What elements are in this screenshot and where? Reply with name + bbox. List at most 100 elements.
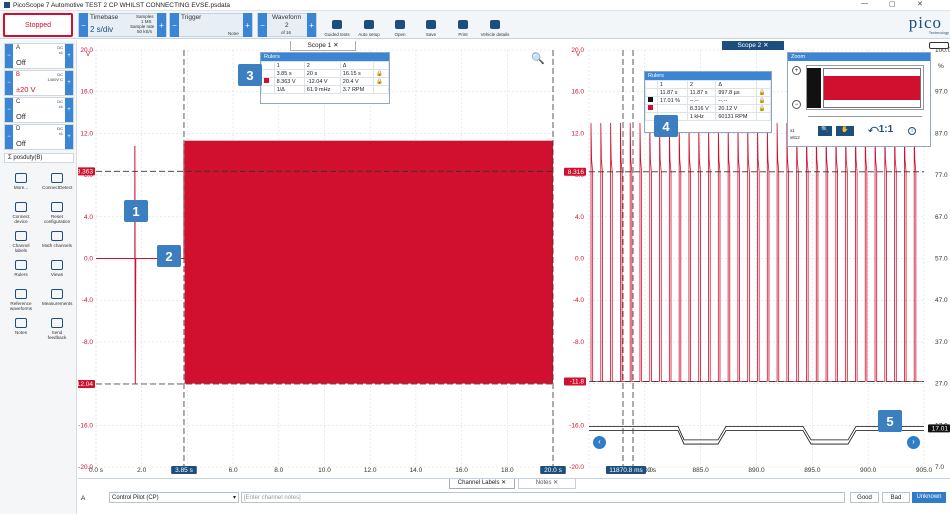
scope1-rulers-title: Rulers bbox=[261, 53, 389, 61]
lock-icon[interactable]: 🔒 bbox=[755, 88, 772, 97]
measurements-tool-button[interactable]: Measurements bbox=[42, 289, 72, 306]
tab-notes[interactable]: Notes ✕ bbox=[518, 479, 576, 489]
zoom-magnifier-button[interactable]: 🔍 bbox=[818, 126, 832, 136]
ruler-cell: 11.87 s bbox=[656, 88, 688, 97]
close-tab-icon[interactable]: ✕ bbox=[501, 480, 506, 486]
zoom-reset-button[interactable]: ⤺1:1 bbox=[868, 124, 893, 135]
close-tab-icon[interactable]: ✕ bbox=[333, 42, 338, 49]
feedback-tool-button[interactable]: Send feedback bbox=[42, 318, 72, 340]
printer-icon bbox=[458, 20, 468, 29]
trigger-plus-button[interactable]: + bbox=[243, 13, 252, 37]
zoom-overview[interactable] bbox=[806, 65, 924, 110]
timebase-value[interactable]: 2 s/div bbox=[90, 25, 113, 34]
channel-coupling: DC x1 bbox=[57, 126, 63, 136]
close-tab-icon[interactable]: ✕ bbox=[763, 42, 768, 49]
zoom-panel[interactable]: Zoom + − x1 x812 🔍 ✋ ⤺1:1 i bbox=[787, 52, 931, 147]
waveform-next-button[interactable]: + bbox=[307, 13, 316, 37]
reference-tool-button[interactable]: Reference waveforms bbox=[6, 289, 36, 311]
zoom-tool-icon[interactable]: 🔍 bbox=[531, 52, 545, 65]
open-button[interactable]: Open bbox=[384, 13, 416, 37]
auto-setup-button[interactable]: Auto setup bbox=[353, 13, 385, 37]
tab-scope-1[interactable]: Scope 1 ✕ bbox=[290, 41, 356, 51]
channel-a-card[interactable]: − A DC x1 Off + bbox=[4, 43, 74, 69]
stop-button[interactable]: Stopped bbox=[3, 13, 73, 37]
math-channel-button[interactable]: Σ posduty(B) bbox=[4, 153, 74, 163]
zoom-out-button[interactable]: − bbox=[792, 100, 801, 109]
tab-channel-labels[interactable]: Channel Labels ✕ bbox=[449, 479, 515, 489]
bad-button[interactable]: Bad bbox=[882, 492, 910, 503]
minimize-icon[interactable]: — bbox=[861, 0, 868, 7]
close-tab-icon[interactable]: ✕ bbox=[553, 480, 558, 486]
channel-notes-input[interactable]: [Enter channel notes] bbox=[241, 492, 845, 503]
vehicle-details-label: Vehicle details bbox=[480, 32, 510, 37]
tab-scope-2-label: Scope 2 bbox=[737, 42, 762, 49]
scope2-toggle[interactable] bbox=[929, 42, 949, 49]
channel-range-minus-button[interactable]: − bbox=[5, 125, 13, 149]
channel-range[interactable]: ±20 V bbox=[16, 85, 36, 94]
usb-tool-button[interactable]: Connect device bbox=[6, 202, 36, 224]
channel-range-plus-button[interactable]: + bbox=[65, 125, 73, 149]
channel-range[interactable]: Off bbox=[16, 112, 26, 121]
scroll-left-button[interactable]: ‹ bbox=[593, 436, 606, 449]
scope2-pulse bbox=[698, 122, 709, 382]
tab-scope-2[interactable]: Scope 2 ✕ bbox=[722, 41, 784, 50]
ruler-cell: 1/Δ bbox=[273, 85, 305, 94]
scroll-right-button[interactable]: › bbox=[907, 436, 920, 449]
scope2-pulse bbox=[600, 122, 611, 382]
channel-range-plus-button[interactable]: + bbox=[65, 44, 73, 68]
timebase-plus-button[interactable]: + bbox=[157, 13, 166, 37]
sample-rate-value[interactable]: 50 kS/s bbox=[137, 29, 152, 34]
channel-range-minus-button[interactable]: − bbox=[5, 71, 13, 95]
timebase-minus-button[interactable]: − bbox=[79, 13, 88, 37]
channel-b-card[interactable]: − B DC 1400V C ±20 V + bbox=[4, 70, 74, 96]
channel-c-card[interactable]: − C DC x1 Off + bbox=[4, 97, 74, 123]
trigger-minus-button[interactable]: − bbox=[170, 13, 179, 37]
more-tool-button[interactable]: More... bbox=[6, 173, 36, 190]
lock-icon[interactable]: 🔒 bbox=[373, 69, 389, 78]
notes-icon bbox=[15, 318, 27, 328]
pan-hand-button[interactable]: ✋ bbox=[836, 126, 854, 136]
scope2-pulse bbox=[610, 122, 621, 382]
channel-range-minus-button[interactable]: − bbox=[5, 98, 13, 122]
channel-range-minus-button[interactable]: − bbox=[5, 44, 13, 68]
rulers-tool-button[interactable]: Rulers bbox=[6, 260, 36, 277]
lock-icon[interactable]: 🔒 bbox=[373, 77, 389, 86]
print-button[interactable]: Print bbox=[447, 13, 479, 37]
maximize-icon[interactable]: ▢ bbox=[889, 0, 896, 8]
car-icon bbox=[332, 20, 342, 29]
waveform-value[interactable]: 2 bbox=[285, 22, 289, 29]
channel-range-plus-button[interactable]: + bbox=[65, 71, 73, 95]
unknown-button[interactable]: Unknown bbox=[912, 492, 946, 503]
ab-tool-button[interactable]: ConnectDetect bbox=[42, 173, 72, 190]
scope2-pulse bbox=[864, 122, 876, 382]
notes-tool-button[interactable]: Notes bbox=[6, 318, 36, 335]
scope1-rulers-panel[interactable]: Rulers 12Δ 3.85 s 20 s 16.15 s 🔒 8.363 V -12… bbox=[260, 52, 390, 104]
scope2-pulse bbox=[884, 122, 895, 382]
channel-labels-tool-button[interactable]: Channel labels bbox=[6, 231, 36, 253]
sigma-tool-button[interactable]: Math channels bbox=[42, 231, 72, 248]
channel-range[interactable]: Off bbox=[16, 58, 26, 67]
guided-tests-button[interactable]: Guided tests bbox=[321, 13, 353, 37]
channel-letter: A bbox=[81, 495, 86, 502]
channel-d-card[interactable]: − D DC x1 Off + bbox=[4, 124, 74, 150]
lock-icon[interactable]: 🔒 bbox=[755, 104, 772, 113]
save-label: Save bbox=[425, 32, 437, 37]
trigger-value[interactable]: None bbox=[228, 31, 239, 36]
views-tool-button[interactable]: Views bbox=[42, 260, 72, 277]
waveform-prev-button[interactable]: − bbox=[258, 13, 267, 37]
reset-tool-button[interactable]: Reset configuration bbox=[42, 202, 72, 224]
scope2-duty-trace bbox=[589, 425, 924, 441]
zoom-window[interactable] bbox=[823, 68, 921, 108]
zoom-in-button[interactable]: + bbox=[792, 66, 801, 75]
info-icon[interactable]: i bbox=[908, 127, 916, 135]
zoom-slider[interactable] bbox=[808, 116, 922, 117]
vehicle-details-button[interactable]: Vehicle details bbox=[479, 13, 511, 37]
save-button[interactable]: Save bbox=[415, 13, 447, 37]
good-button[interactable]: Good bbox=[850, 492, 879, 503]
lock-icon[interactable]: 🔒 bbox=[755, 96, 772, 105]
bad-label: Bad bbox=[890, 495, 902, 501]
channel-range[interactable]: Off bbox=[16, 139, 26, 148]
channel-range-plus-button[interactable]: + bbox=[65, 98, 73, 122]
close-icon[interactable]: ✕ bbox=[917, 0, 923, 8]
channel-label-select[interactable]: Control Pilot (CP) ▾ bbox=[109, 492, 239, 503]
